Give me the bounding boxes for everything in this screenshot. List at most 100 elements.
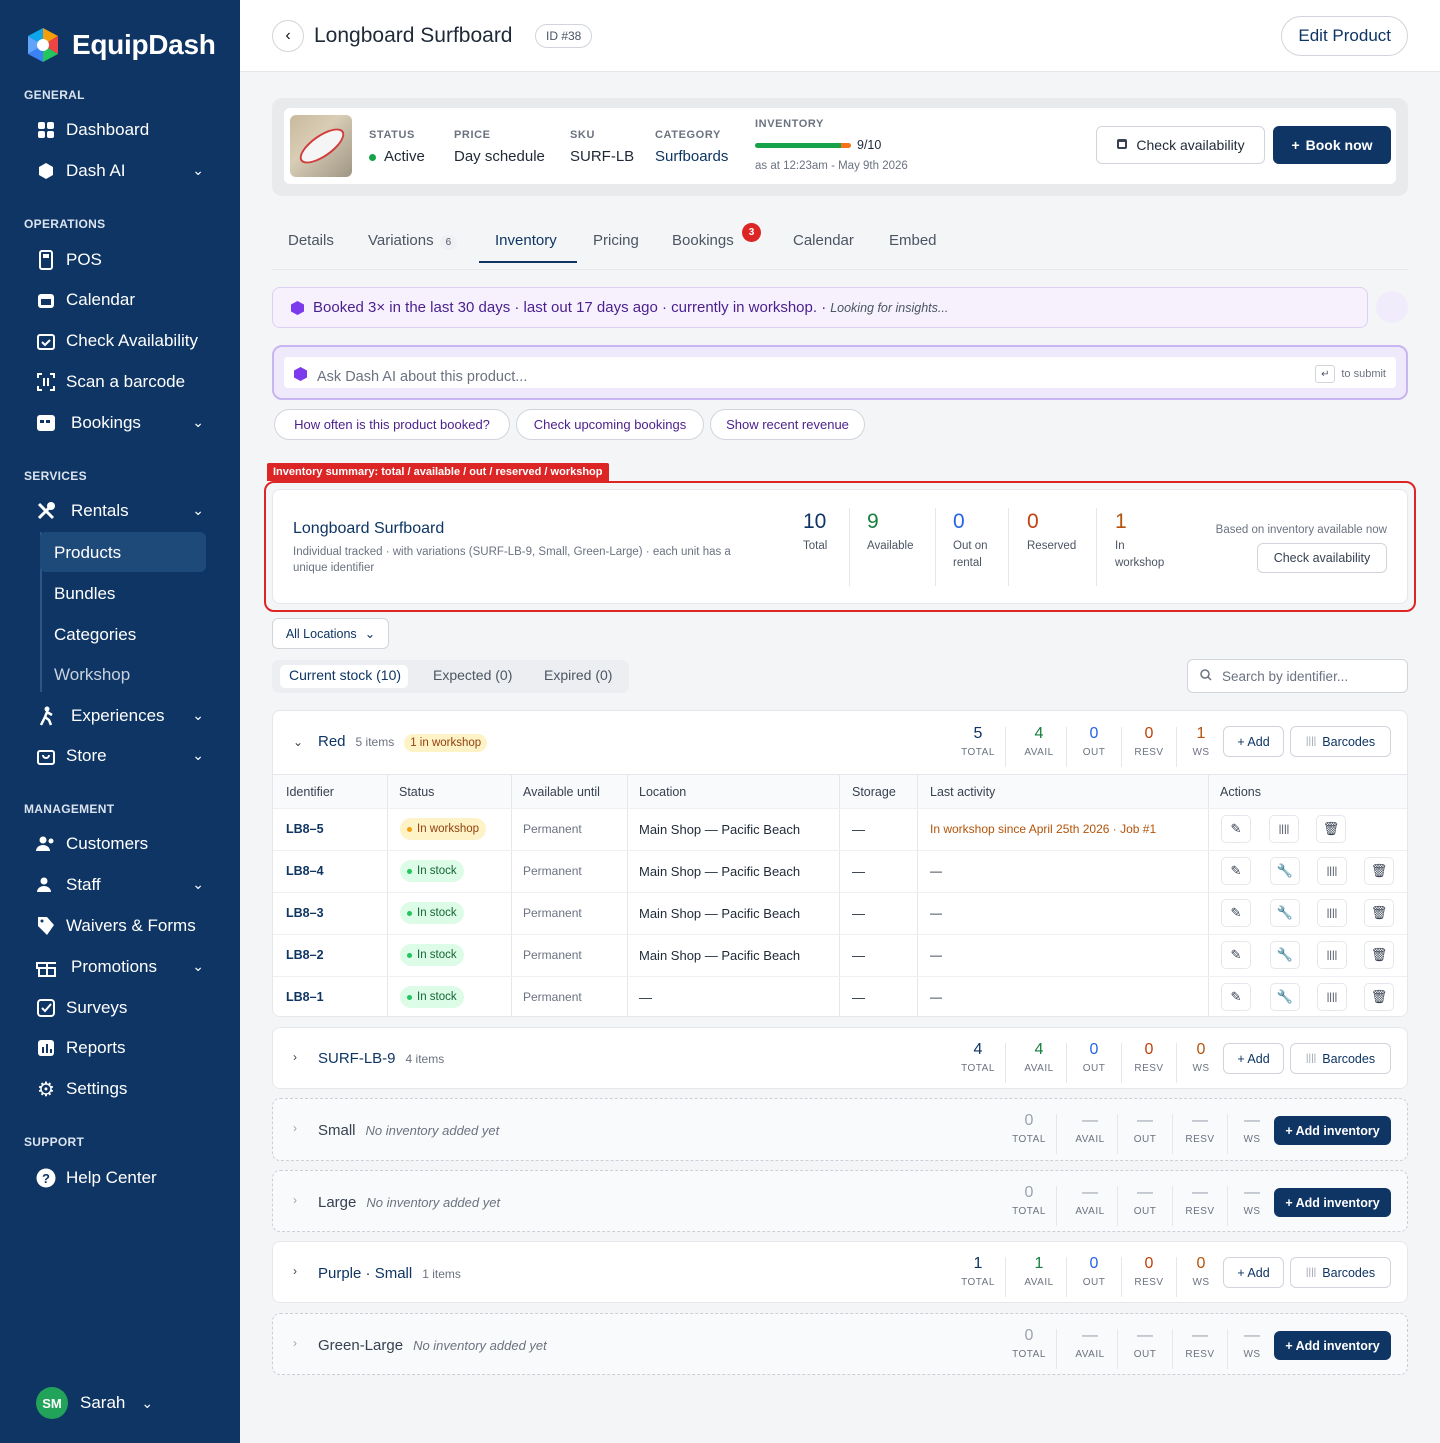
insight-action-button[interactable] [1376,291,1408,323]
chevron-right-icon[interactable]: › [293,1336,297,1350]
barcode-button[interactable]: |||| [1269,815,1299,843]
sidebar-item-workshop[interactable]: Workshop [54,665,130,685]
barcodes-button[interactable]: |||| Barcodes [1290,726,1391,757]
sidebar-item-rentals[interactable]: Rentals ⌄ [36,493,216,529]
barcode-button[interactable]: |||| [1317,941,1347,969]
edit-product-button[interactable]: Edit Product [1281,16,1408,56]
chevron-right-icon[interactable]: › [293,1264,297,1278]
book-now-button[interactable]: + Book now [1273,126,1391,164]
edit-button[interactable]: ✎ [1221,983,1251,1011]
barcodes-button[interactable]: |||| Barcodes [1290,1043,1391,1074]
add-inventory-button[interactable]: + Add inventory [1274,1331,1391,1360]
sidebar-item-help[interactable]: ? Help Center [36,1160,216,1196]
tab-variations[interactable]: Variations 6 [368,232,458,250]
sidebar-item-promotions[interactable]: Promotions ⌄ [36,949,216,985]
delete-button[interactable]: 🗑 [1316,815,1346,843]
identifier-link[interactable]: LB8–1 [286,990,324,1004]
delete-button[interactable]: 🗑 [1364,983,1394,1011]
sidebar-item-pos[interactable]: POS [36,242,216,278]
sidebar-item-experiences[interactable]: Experiences ⌄ [36,698,216,734]
sidebar-item-settings[interactable]: ⚙ Settings [36,1071,216,1107]
chevron-down-icon[interactable]: ⌄ [293,735,303,749]
add-button[interactable]: + Add [1223,726,1284,757]
ask-ai-input[interactable]: Ask Dash AI about this product... ↵ to su… [284,357,1396,388]
category-link[interactable]: Surfboards [655,148,728,165]
check-availability-button-secondary[interactable]: Check availability [1257,543,1387,573]
barcode-button[interactable]: |||| [1317,899,1347,927]
edit-button[interactable]: ✎ [1221,899,1251,927]
suggestion-chip[interactable]: Show recent revenue [710,409,865,440]
delete-button[interactable]: 🗑 [1364,941,1394,969]
table-row[interactable]: LB8–3 In stock Permanent Main Shop — Pacifi… [273,892,1407,934]
sidebar-item-categories[interactable]: Categories [54,625,136,645]
sidebar-item-surveys[interactable]: Surveys [36,990,216,1026]
add-button[interactable]: + Add [1223,1043,1284,1074]
tab-details[interactable]: Details [288,232,334,249]
sidebar-item-products[interactable]: Products [54,543,121,563]
chevron-right-icon[interactable]: › [293,1193,297,1207]
sidebar-item-dashboard[interactable]: Dashboard [36,112,216,148]
add-inventory-button[interactable]: + Add inventory [1274,1116,1391,1145]
delete-button[interactable]: 🗑 [1364,899,1394,927]
segment-expected[interactable]: Expected (0) [433,667,512,683]
identifier-link[interactable]: LB8–5 [286,822,324,836]
delete-button[interactable]: 🗑 [1364,857,1394,885]
check-availability-button[interactable]: Check availability [1096,126,1265,164]
identifier-link[interactable]: LB8–2 [286,948,324,962]
workshop-button[interactable]: 🔧 [1270,899,1300,927]
sidebar-item-calendar[interactable]: Calendar [36,282,216,318]
locations-dropdown[interactable]: All Locations ⌄ [272,618,389,649]
sidebar-item-check-availability[interactable]: Check Availability [36,323,216,359]
group-title[interactable]: Purple · Small 1 items [318,1265,461,1282]
edit-button[interactable]: ✎ [1221,941,1251,969]
barcode-button[interactable]: |||| [1317,857,1347,885]
sidebar-item-reports[interactable]: Reports [36,1030,216,1066]
sidebar-item-staff[interactable]: Staff ⌄ [36,867,216,903]
user-menu[interactable]: SM Sarah ⌄ [36,1387,153,1419]
back-button[interactable]: ‹ [272,20,304,52]
add-inventory-button[interactable]: + Add inventory [1274,1188,1391,1217]
sidebar-item-dash-ai[interactable]: Dash AI ⌄ [36,153,216,189]
table-row[interactable]: LB8–2 In stock Permanent Main Shop — Pacifi… [273,934,1407,976]
group-title[interactable]: Large No inventory added yet [318,1194,500,1211]
edit-button[interactable]: ✎ [1221,857,1251,885]
table-row[interactable]: LB8–4 In stock Permanent Main Shop — Pacifi… [273,850,1407,892]
sidebar-item-customers[interactable]: Customers [36,826,216,862]
identifier-link[interactable]: LB8–4 [286,864,324,878]
workshop-button[interactable]: 🔧 [1270,857,1300,885]
sidebar-item-store[interactable]: Store ⌄ [36,738,216,774]
sidebar-item-bundles[interactable]: Bundles [54,584,115,604]
column-header[interactable]: Status [399,785,434,799]
group-title[interactable]: Red 5 items 1 in workshop [318,733,488,752]
workshop-button[interactable]: 🔧 [1270,983,1300,1011]
table-row[interactable]: LB8–5 In workshop Permanent Main Shop — Pac… [273,808,1407,850]
brand-logo[interactable]: EquipDash [24,26,216,64]
tab-bookings[interactable]: Bookings 3 [672,223,761,249]
suggestion-chip[interactable]: How often is this product booked? [274,409,510,440]
group-title[interactable]: Green-Large No inventory added yet [318,1337,547,1354]
product-image[interactable] [290,115,352,177]
column-header[interactable]: Available until [523,785,600,799]
chevron-right-icon[interactable]: › [293,1050,297,1064]
sidebar-item-waivers[interactable]: Waivers & Forms [36,908,216,944]
tab-calendar[interactable]: Calendar [793,232,854,249]
column-header[interactable]: Identifier [286,785,334,799]
tab-pricing[interactable]: Pricing [593,232,639,249]
sidebar-item-scan-barcode[interactable]: Scan a barcode [36,364,216,400]
table-row[interactable]: LB8–1 In stock Permanent — — — ✎ 🔧 |||| 🗑 [273,976,1407,1018]
add-button[interactable]: + Add [1223,1257,1284,1288]
workshop-button[interactable]: 🔧 [1270,941,1300,969]
column-header[interactable]: Location [639,785,686,799]
column-header[interactable]: Storage [852,785,896,799]
chevron-right-icon[interactable]: › [293,1121,297,1135]
barcodes-button[interactable]: |||| Barcodes [1290,1257,1391,1288]
edit-button[interactable]: ✎ [1221,815,1251,843]
segment-expired[interactable]: Expired (0) [544,667,612,683]
group-title[interactable]: Small No inventory added yet [318,1122,499,1139]
identifier-search-input[interactable]: Search by identifier... [1187,659,1408,693]
tab-embed[interactable]: Embed [889,232,937,249]
tab-inventory[interactable]: Inventory [495,232,557,249]
group-title[interactable]: SURF-LB-9 4 items [318,1050,444,1067]
column-header[interactable]: Last activity [930,785,995,799]
segment-current-stock[interactable]: Current stock (10) [289,667,401,683]
